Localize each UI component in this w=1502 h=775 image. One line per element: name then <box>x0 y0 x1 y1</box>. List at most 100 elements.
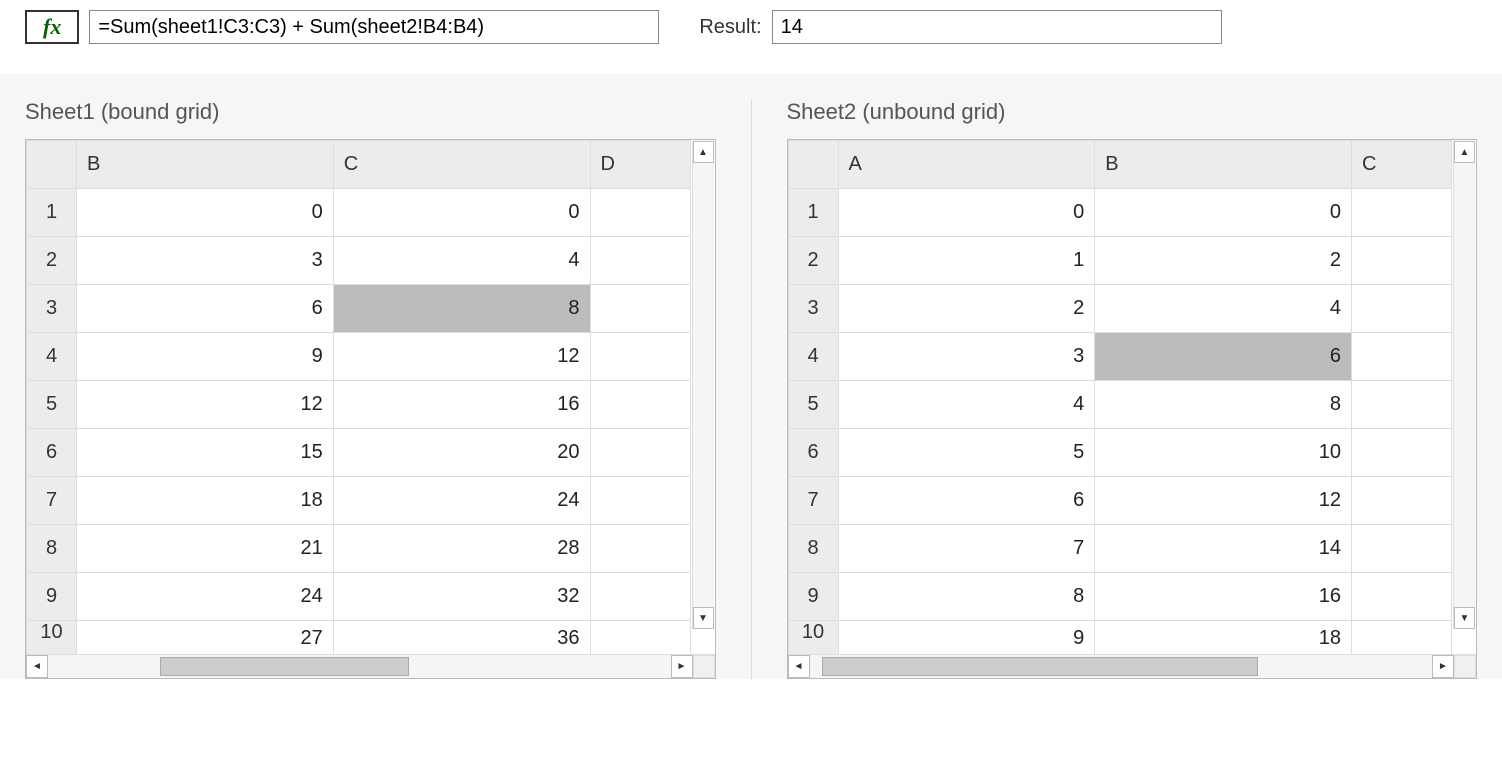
cell-C6[interactable] <box>1352 429 1452 477</box>
cell-B6[interactable]: 15 <box>77 429 334 477</box>
cell-A4[interactable]: 3 <box>838 333 1095 381</box>
scroll-right-icon[interactable]: ► <box>1432 655 1454 678</box>
column-header-D[interactable]: D <box>590 141 690 189</box>
cell-C8[interactable]: 28 <box>333 525 590 573</box>
cell-D7[interactable] <box>590 477 690 525</box>
column-header-A[interactable]: A <box>838 141 1095 189</box>
column-header-C[interactable]: C <box>333 141 590 189</box>
sheet1-hscrollbar[interactable]: ◄ ► <box>26 654 715 678</box>
cell-C9[interactable]: 32 <box>333 573 590 621</box>
cell-C1[interactable] <box>1352 189 1452 237</box>
cell-C3[interactable]: 8 <box>333 285 590 333</box>
cell-B8[interactable]: 21 <box>77 525 334 573</box>
cell-C3[interactable] <box>1352 285 1452 333</box>
cell-A8[interactable]: 7 <box>838 525 1095 573</box>
cell-C7[interactable]: 24 <box>333 477 590 525</box>
cell-D4[interactable] <box>590 333 690 381</box>
sheet2-hscrollbar[interactable]: ◄ ► <box>788 654 1477 678</box>
cell-C2[interactable]: 4 <box>333 237 590 285</box>
row-header-6[interactable]: 6 <box>27 429 77 477</box>
cell-C7[interactable] <box>1352 477 1452 525</box>
cell-B3[interactable]: 6 <box>77 285 334 333</box>
row-header-3[interactable]: 3 <box>27 285 77 333</box>
cell-B8[interactable]: 14 <box>1095 525 1352 573</box>
cell-B4[interactable]: 9 <box>77 333 334 381</box>
cell-D6[interactable] <box>590 429 690 477</box>
scroll-up-icon[interactable]: ▲ <box>1454 141 1475 163</box>
cell-B2[interactable]: 2 <box>1095 237 1352 285</box>
cell-C4[interactable]: 12 <box>333 333 590 381</box>
cell-A1[interactable]: 0 <box>838 189 1095 237</box>
cell-C5[interactable] <box>1352 381 1452 429</box>
scroll-down-icon[interactable]: ▼ <box>693 607 714 629</box>
row-header-1[interactable]: 1 <box>788 189 838 237</box>
row-header-4[interactable]: 4 <box>27 333 77 381</box>
row-header-4[interactable]: 4 <box>788 333 838 381</box>
row-header-1[interactable]: 1 <box>27 189 77 237</box>
cell-B10[interactable]: 27 <box>77 621 334 655</box>
cell-B4[interactable]: 6 <box>1095 333 1352 381</box>
column-header-B[interactable]: B <box>1095 141 1352 189</box>
cell-B6[interactable]: 10 <box>1095 429 1352 477</box>
cell-D2[interactable] <box>590 237 690 285</box>
cell-C9[interactable] <box>1352 573 1452 621</box>
cell-B5[interactable]: 8 <box>1095 381 1352 429</box>
cell-A7[interactable]: 6 <box>838 477 1095 525</box>
row-header-7[interactable]: 7 <box>788 477 838 525</box>
column-header-C[interactable]: C <box>1352 141 1452 189</box>
cell-D1[interactable] <box>590 189 690 237</box>
cell-B3[interactable]: 4 <box>1095 285 1352 333</box>
sheet1-vscrollbar[interactable]: ▲ ▼ <box>692 141 714 629</box>
row-header-7[interactable]: 7 <box>27 477 77 525</box>
row-header-blank[interactable] <box>788 141 838 189</box>
cell-D8[interactable] <box>590 525 690 573</box>
cell-B9[interactable]: 16 <box>1095 573 1352 621</box>
row-header-10[interactable]: 10 <box>788 621 838 655</box>
row-header-2[interactable]: 2 <box>788 237 838 285</box>
row-header-9[interactable]: 9 <box>27 573 77 621</box>
cell-D10[interactable] <box>590 621 690 655</box>
row-header-blank[interactable] <box>27 141 77 189</box>
cell-C5[interactable]: 16 <box>333 381 590 429</box>
formula-input[interactable] <box>89 10 659 44</box>
cell-A6[interactable]: 5 <box>838 429 1095 477</box>
cell-A3[interactable]: 2 <box>838 285 1095 333</box>
cell-B5[interactable]: 12 <box>77 381 334 429</box>
row-header-9[interactable]: 9 <box>788 573 838 621</box>
cell-B7[interactable]: 18 <box>77 477 334 525</box>
cell-B1[interactable]: 0 <box>77 189 334 237</box>
row-header-5[interactable]: 5 <box>788 381 838 429</box>
cell-C2[interactable] <box>1352 237 1452 285</box>
cell-A10[interactable]: 9 <box>838 621 1095 655</box>
cell-D9[interactable] <box>590 573 690 621</box>
row-header-3[interactable]: 3 <box>788 285 838 333</box>
scroll-up-icon[interactable]: ▲ <box>693 141 714 163</box>
cell-B9[interactable]: 24 <box>77 573 334 621</box>
cell-D3[interactable] <box>590 285 690 333</box>
cell-C1[interactable]: 0 <box>333 189 590 237</box>
cell-C10[interactable] <box>1352 621 1452 655</box>
cell-B10[interactable]: 18 <box>1095 621 1352 655</box>
cell-A9[interactable]: 8 <box>838 573 1095 621</box>
cell-A5[interactable]: 4 <box>838 381 1095 429</box>
cell-C4[interactable] <box>1352 333 1452 381</box>
row-header-10[interactable]: 10 <box>27 621 77 655</box>
result-input[interactable] <box>772 10 1222 44</box>
cell-B7[interactable]: 12 <box>1095 477 1352 525</box>
row-header-5[interactable]: 5 <box>27 381 77 429</box>
sheet1-table[interactable]: BCD1002343684912512166152071824821289243… <box>26 140 715 654</box>
column-header-B[interactable]: B <box>77 141 334 189</box>
cell-A2[interactable]: 1 <box>838 237 1095 285</box>
cell-D5[interactable] <box>590 381 690 429</box>
cell-B2[interactable]: 3 <box>77 237 334 285</box>
scroll-left-icon[interactable]: ◄ <box>788 655 810 678</box>
sheet2-table[interactable]: ABC100212324436548651076128714981610918 <box>788 140 1477 654</box>
cell-C6[interactable]: 20 <box>333 429 590 477</box>
cell-C8[interactable] <box>1352 525 1452 573</box>
cell-C10[interactable]: 36 <box>333 621 590 655</box>
cell-B1[interactable]: 0 <box>1095 189 1352 237</box>
row-header-8[interactable]: 8 <box>27 525 77 573</box>
row-header-8[interactable]: 8 <box>788 525 838 573</box>
row-header-6[interactable]: 6 <box>788 429 838 477</box>
scroll-right-icon[interactable]: ► <box>671 655 693 678</box>
